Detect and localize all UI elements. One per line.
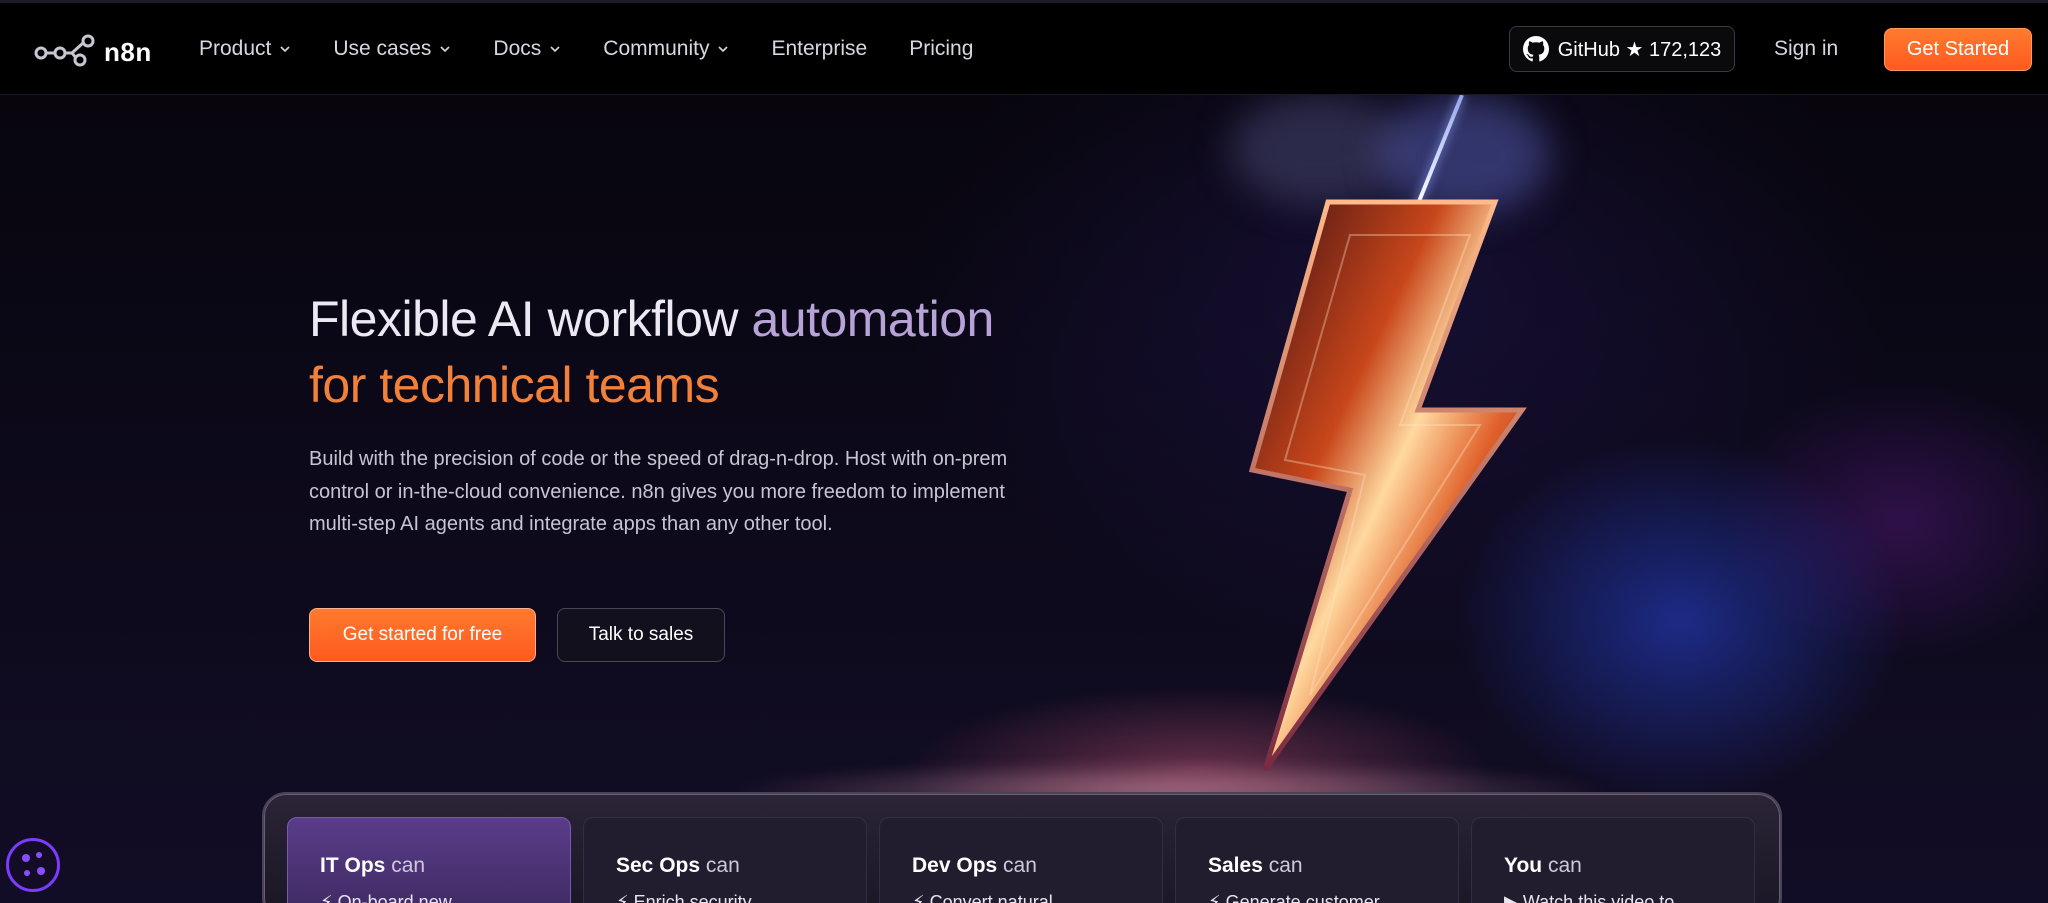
nav-item-community[interactable]: Community [603, 37, 729, 61]
card-suffix: can [391, 854, 426, 877]
github-icon [1522, 36, 1549, 62]
chevron-down-icon [718, 46, 729, 53]
nav-item-enterprise[interactable]: Enterprise [771, 37, 867, 61]
card-it-ops[interactable]: IT Ops can ⚡ On-board new [287, 817, 571, 903]
card-text: ▶ Watch this video to [1504, 892, 1675, 903]
card-text: ⚡ Generate customer [1208, 892, 1380, 903]
card-team: Sales [1208, 854, 1263, 877]
card-title: IT Ops can [320, 854, 538, 878]
hero-description: Build with the precision of code or the … [309, 448, 1008, 535]
talk-to-sales-button[interactable]: Talk to sales [557, 608, 725, 662]
sign-in-link[interactable]: Sign in [1774, 37, 1838, 61]
chevron-down-icon [440, 46, 450, 53]
cookie-settings-icon [22, 852, 45, 876]
nav-item-label: Product [199, 37, 272, 60]
github-stars-button[interactable]: GitHub ★ 172,123 [1509, 26, 1735, 72]
hero-title-part-2: automation [751, 291, 994, 347]
card-suffix: can [705, 854, 740, 877]
card-sales[interactable]: Sales can ⚡ Generate customer [1175, 817, 1459, 903]
card-text: ⚡ Enrich security [616, 892, 752, 903]
card-team: Dev Ops [912, 854, 998, 877]
card-suffix: can [1003, 854, 1037, 877]
nav-item-use-cases[interactable]: Use cases [333, 37, 451, 61]
card-sec-ops[interactable]: Sec Ops can ⚡ Enrich security [583, 817, 867, 903]
nav-item-label: Use cases [333, 37, 432, 60]
n8n-logo-icon [34, 33, 96, 72]
card-team: Sec Ops [616, 854, 701, 877]
card-title: Sales can [1208, 854, 1426, 878]
lightning-bolt-illustration [1230, 95, 1570, 795]
get-started-free-button[interactable]: Get started for free [309, 608, 536, 662]
hero-title: Flexible AI workflow automation for tech… [309, 286, 1109, 418]
nav-item-label: Enterprise [771, 37, 868, 60]
card-team: You [1504, 854, 1543, 877]
logo-text: n8n [104, 37, 152, 67]
card-title: You can [1504, 854, 1722, 878]
logo[interactable]: n8n [34, 33, 152, 72]
get-started-button[interactable]: Get Started [1884, 28, 2032, 71]
nav-item-pricing[interactable]: Pricing [909, 37, 973, 61]
cookie-settings-button[interactable] [6, 838, 60, 892]
nav-item-label: Docs [493, 37, 542, 60]
nav-item-product[interactable]: Product [199, 37, 291, 61]
hero-title-part-1: Flexible AI workflow [309, 291, 739, 347]
card-text: ⚡ On-board new [320, 892, 452, 903]
chevron-down-icon [550, 46, 560, 53]
top-navigation: n8n Product Use cases Docs Community Ent… [0, 3, 2048, 95]
github-label: GitHub ★ 172,123 [1557, 38, 1722, 61]
chevron-down-icon [280, 46, 290, 53]
nav-item-docs[interactable]: Docs [493, 37, 561, 61]
nav-item-label: Pricing [909, 37, 974, 60]
card-title: Sec Ops can [616, 854, 834, 878]
card-you[interactable]: You can ▶ Watch this video to [1471, 817, 1755, 903]
card-text: ⚡ Convert natural [912, 892, 1053, 903]
card-dev-ops[interactable]: Dev Ops can ⚡ Convert natural [879, 817, 1163, 903]
nav-links: Product Use cases Docs Community Enterpr… [199, 3, 1015, 95]
card-title: Dev Ops can [912, 854, 1130, 878]
card-suffix: can [1547, 854, 1582, 877]
card-suffix: can [1268, 854, 1303, 877]
nav-item-label: Community [603, 37, 710, 60]
hero-title-line-2: for technical teams [309, 357, 720, 413]
card-team: IT Ops [320, 854, 386, 877]
